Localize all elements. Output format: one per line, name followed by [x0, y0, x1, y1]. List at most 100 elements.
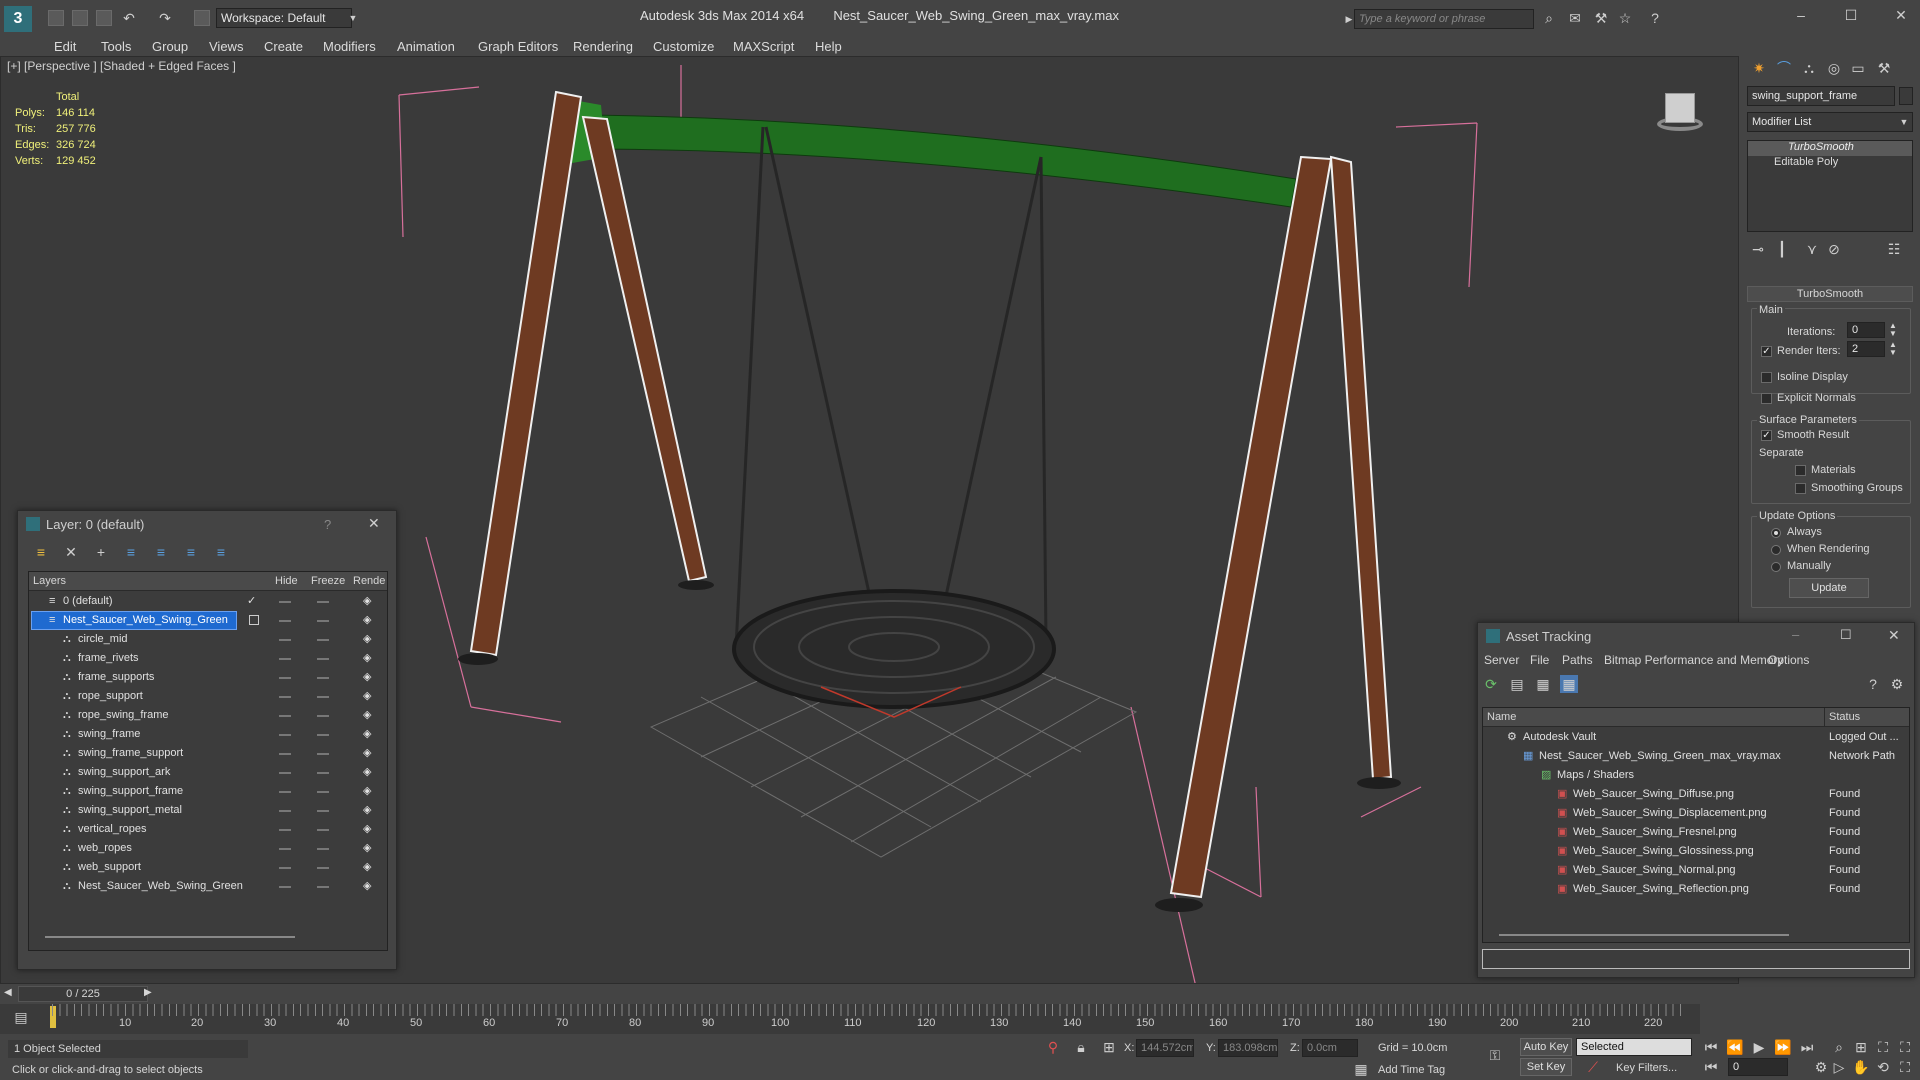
save-file-icon[interactable] [96, 10, 112, 26]
layer-box-icon[interactable] [249, 615, 259, 625]
add-time-tag-label[interactable]: Add Time Tag [1378, 1064, 1445, 1076]
pin-stack-icon[interactable]: ⊸ [1749, 240, 1767, 258]
menu-rendering[interactable]: Rendering [573, 39, 633, 54]
turbosmooth-rollout-header[interactable]: TurboSmooth [1747, 286, 1913, 302]
asset-row-vault[interactable]: ⚙ Autodesk Vault Logged Out ... [1483, 728, 1909, 747]
iterations-spinner[interactable]: 0 [1847, 322, 1885, 338]
layer-object-row[interactable]: ⛬ rope_support ◈ [29, 687, 387, 706]
viewcube[interactable] [1645, 87, 1713, 147]
explicit-normals-checkbox[interactable] [1761, 393, 1772, 404]
selection-lock-icon[interactable]: 🔒︎ [1072, 1038, 1090, 1056]
maximize-icon[interactable]: ☐ [1842, 6, 1860, 24]
close-icon[interactable]: ✕ [1892, 6, 1910, 24]
asset-menu-options[interactable]: Options [1768, 653, 1809, 667]
display-tab-icon[interactable]: ▭ [1849, 59, 1867, 77]
layer-object-row[interactable]: ⛬ circle_mid ◈ [29, 630, 387, 649]
asset-path-field[interactable] [1482, 949, 1910, 969]
asset-row-texture[interactable]: ▣ Web_Saucer_Swing_Normal.png Found [1483, 861, 1909, 880]
configure-sets-icon[interactable]: ☷ [1885, 240, 1903, 258]
time-slider[interactable]: ◀ 0 / 225 ▶ [0, 984, 1739, 1004]
time-tag-icon[interactable]: ▦ [1352, 1060, 1370, 1078]
y-coordinate-field[interactable]: 183.098cm [1218, 1039, 1278, 1057]
layer-object-row[interactable]: ⛬ swing_support_metal ◈ [29, 801, 387, 820]
layer-object-row[interactable]: ⛬ rope_swing_frame ◈ [29, 706, 387, 725]
layer-object-row[interactable]: ⛬ web_support ◈ [29, 858, 387, 877]
asset-row-texture[interactable]: ▣ Web_Saucer_Swing_Glossiness.png Found [1483, 842, 1909, 861]
time-slider-right-arrow[interactable]: ▶ [144, 987, 152, 998]
layer-object-row[interactable]: ⛬ swing_support_ark ◈ [29, 763, 387, 782]
modifier-stack[interactable]: TurboSmooth Editable Poly [1747, 140, 1913, 232]
auto-key-button[interactable]: Auto Key [1520, 1038, 1572, 1056]
menu-views[interactable]: Views [209, 39, 243, 54]
remove-modifier-icon[interactable]: ⊘ [1825, 240, 1843, 258]
hide-all-icon[interactable]: ≡ [182, 543, 200, 561]
asset-row-maps[interactable]: ▨ Maps / Shaders [1483, 766, 1909, 785]
modifier-list-dropdown[interactable]: Modifier List [1747, 112, 1913, 132]
set-key-icon[interactable]: ⟋ [1584, 1058, 1602, 1076]
freeze-all-icon[interactable]: ≡ [212, 543, 230, 561]
menu-animation[interactable]: Animation [397, 39, 455, 54]
key-mode-toggle-icon[interactable]: ⏮ [1702, 1058, 1720, 1076]
col-render[interactable]: Rende [353, 572, 385, 591]
time-config-icon[interactable]: ⚙ [1812, 1058, 1830, 1076]
create-layer-icon[interactable]: ≡ [32, 543, 50, 561]
object-name-field[interactable]: swing_support_frame [1747, 86, 1895, 106]
mini-curve-editor-icon[interactable]: ▤ [12, 1008, 30, 1026]
col-name[interactable]: Name [1487, 708, 1516, 727]
render-iters-checkbox[interactable]: ✓ [1761, 346, 1772, 357]
menu-group[interactable]: Group [152, 39, 188, 54]
when-rendering-radio[interactable] [1771, 545, 1781, 555]
z-coordinate-field[interactable]: 0.0cm [1302, 1039, 1358, 1057]
update-button[interactable]: Update [1789, 578, 1869, 598]
hierarchy-tab-icon[interactable]: ⛬ [1800, 59, 1818, 77]
asset-row-texture[interactable]: ▣ Web_Saucer_Swing_Reflection.png Found [1483, 880, 1909, 899]
search-input[interactable]: Type a keyword or phrase [1354, 9, 1534, 29]
iterations-spinner-arrows[interactable]: ▲ ▼ [1889, 322, 1897, 338]
field-of-view-icon[interactable]: ▷ [1830, 1058, 1848, 1076]
layer-object-row[interactable]: ⛬ frame_supports ◈ [29, 668, 387, 687]
layer-window-header[interactable]: Layer: 0 (default) ? ✕ [18, 511, 396, 537]
undo-icon[interactable]: ↶ [120, 9, 138, 27]
project-folder-icon[interactable] [194, 10, 210, 26]
delete-layer-icon[interactable]: ✕ [62, 543, 80, 561]
always-radio[interactable] [1771, 528, 1781, 538]
pan-icon[interactable]: ✋ [1852, 1058, 1870, 1076]
chevron-down-icon[interactable]: ▼ [1895, 113, 1913, 131]
layer-row-selected[interactable]: ≡ Nest_Saucer_Web_Swing_Green ◈ [29, 611, 387, 630]
set-key-button[interactable]: Set Key [1520, 1058, 1572, 1076]
redo-icon[interactable]: ↷ [156, 9, 174, 27]
go-to-start-icon[interactable]: ⏮ [1702, 1038, 1720, 1056]
layer-help-icon[interactable]: ? [324, 517, 331, 532]
asset-menu-bitmap[interactable]: Bitmap Performance and Memory [1604, 653, 1783, 667]
maximize-viewport-icon[interactable]: ⛶ [1896, 1058, 1914, 1076]
list-view-icon[interactable]: ▤ [1508, 675, 1526, 693]
asset-row-texture[interactable]: ▣ Web_Saucer_Swing_Fresnel.png Found [1483, 823, 1909, 842]
render-iters-spinner-arrows[interactable]: ▲ ▼ [1889, 341, 1897, 357]
help-icon[interactable]: ? [1864, 675, 1882, 693]
selection-set-dropdown[interactable]: Selected [1576, 1038, 1692, 1056]
create-tab-icon[interactable]: ✷ [1750, 59, 1768, 77]
add-to-layer-icon[interactable]: + [92, 543, 110, 561]
current-frame-field[interactable]: 0 [1728, 1058, 1788, 1076]
asset-table-scrollbar[interactable] [1499, 934, 1789, 936]
absolute-mode-icon[interactable]: ⊞ [1100, 1038, 1118, 1056]
layer-row-default[interactable]: ≡ 0 (default) ✓ ◈ [29, 592, 387, 611]
previous-frame-icon[interactable]: ⏪ [1726, 1038, 1744, 1056]
time-slider-left-arrow[interactable]: ◀ [4, 987, 12, 998]
track-bar[interactable]: ▤ 10 20 30 40 50 60 70 80 90 100 110 120… [0, 1004, 1700, 1034]
motion-tab-icon[interactable]: ◎ [1825, 59, 1843, 77]
zoom-extents-icon[interactable]: ⛶ [1874, 1038, 1892, 1056]
x-coordinate-field[interactable]: 144.572cm [1136, 1039, 1194, 1057]
exchange-icon[interactable]: ⚒ [1592, 9, 1610, 27]
table-view-icon[interactable]: ▦ [1560, 675, 1578, 693]
chevron-down-icon[interactable]: ▼ [344, 9, 362, 27]
col-freeze[interactable]: Freeze [311, 572, 345, 591]
layer-object-row[interactable]: ⛬ swing_frame ◈ [29, 725, 387, 744]
menu-edit[interactable]: Edit [54, 39, 76, 54]
asset-table[interactable]: Name Status ⚙ Autodesk Vault Logged Out ..… [1482, 707, 1910, 943]
layer-object-row[interactable]: ⛬ Nest_Saucer_Web_Swing_Green ◈ [29, 877, 387, 896]
utilities-tab-icon[interactable]: ⚒ [1875, 59, 1893, 77]
render-icon[interactable]: ◈ [363, 592, 371, 611]
layer-object-row[interactable]: ⛬ vertical_ropes ◈ [29, 820, 387, 839]
asset-row-max-file[interactable]: ▦ Nest_Saucer_Web_Swing_Green_max_vray.ma… [1483, 747, 1909, 766]
